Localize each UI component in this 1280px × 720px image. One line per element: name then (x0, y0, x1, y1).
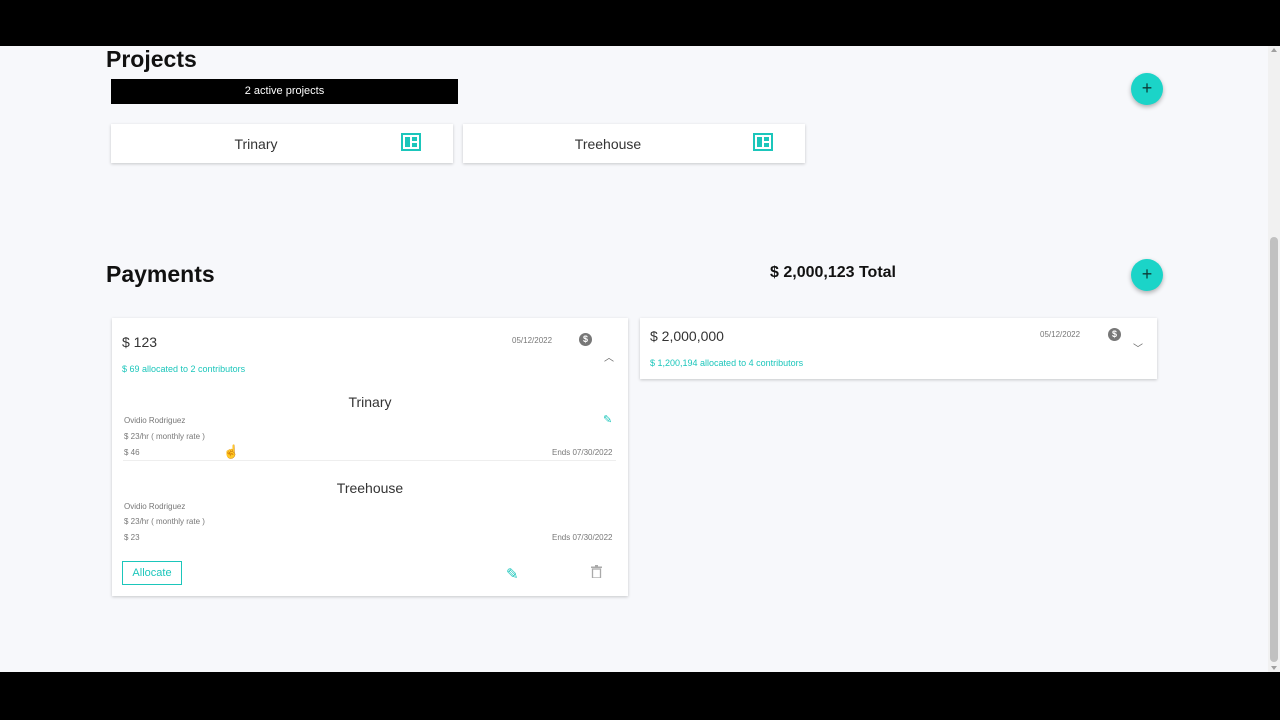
payments-total: $ 2,000,123 Total (770, 264, 896, 281)
payment-date: 05/12/2022 (512, 336, 553, 345)
payment-date: 05/12/2022 (1040, 330, 1081, 339)
plus-icon: + (1141, 78, 1153, 98)
edit-payment-icon[interactable]: ✎ (506, 565, 519, 583)
add-project-button[interactable]: + (1131, 73, 1163, 105)
contributor-name: Ovidio Rodriguez (124, 502, 186, 511)
project-card-trinary[interactable]: Trinary (111, 124, 453, 163)
dollar-icon: $ (1108, 328, 1121, 341)
active-projects-bar: 2 active projects (111, 79, 458, 104)
projects-heading: Projects (106, 46, 197, 72)
project-card-treehouse[interactable]: Treehouse (463, 124, 805, 163)
edit-icon[interactable]: ✎ (603, 413, 612, 426)
divider (123, 460, 616, 461)
contributor-rate: $ 23/hr ( monthly rate ) (124, 432, 205, 441)
payment-card (112, 318, 628, 596)
allocation-amount: $ 46 (124, 448, 140, 457)
project-name: Trinary (234, 136, 278, 152)
plus-icon: + (1141, 264, 1153, 284)
chevron-up-icon[interactable]: ︿ (604, 349, 614, 364)
allocation-amount: $ 23 (124, 533, 140, 542)
ledger-icon[interactable] (753, 133, 773, 151)
project-name: Treehouse (574, 136, 642, 152)
vertical-scrollbar[interactable] (1268, 46, 1280, 672)
contributor-name: Ovidio Rodriguez (124, 416, 186, 425)
allocation-summary: $ 1,200,194 allocated to 4 contributors (650, 358, 804, 368)
payment-amount: $ 123 (122, 334, 158, 350)
payment-amount: $ 2,000,000 (650, 328, 724, 344)
add-payment-button[interactable]: + (1131, 259, 1163, 291)
ledger-icon[interactable] (401, 133, 421, 151)
allocation-end-date: Ends 07/30/2022 (552, 533, 613, 542)
scroll-down-icon[interactable] (1271, 666, 1277, 670)
trash-icon[interactable] (591, 565, 602, 578)
hand-cursor-icon: ☝ (223, 444, 240, 459)
allocation-end-date: Ends 07/30/2022 (552, 448, 613, 457)
chevron-down-icon[interactable]: ﹀ (1133, 340, 1143, 355)
payments-heading: Payments (106, 261, 215, 287)
contributor-rate: $ 23/hr ( monthly rate ) (124, 517, 205, 526)
dollar-icon: $ (579, 333, 592, 346)
page-viewport: Projects 2 active projects + Trinary Tre… (0, 46, 1280, 672)
allocate-button[interactable]: Allocate (122, 561, 182, 585)
allocation-project-name: Trinary (348, 394, 392, 410)
allocation-project-name: Treehouse (336, 480, 404, 496)
allocation-summary: $ 69 allocated to 2 contributors (122, 364, 246, 374)
scroll-up-icon[interactable] (1271, 48, 1277, 52)
scrollbar-thumb[interactable] (1270, 237, 1278, 662)
